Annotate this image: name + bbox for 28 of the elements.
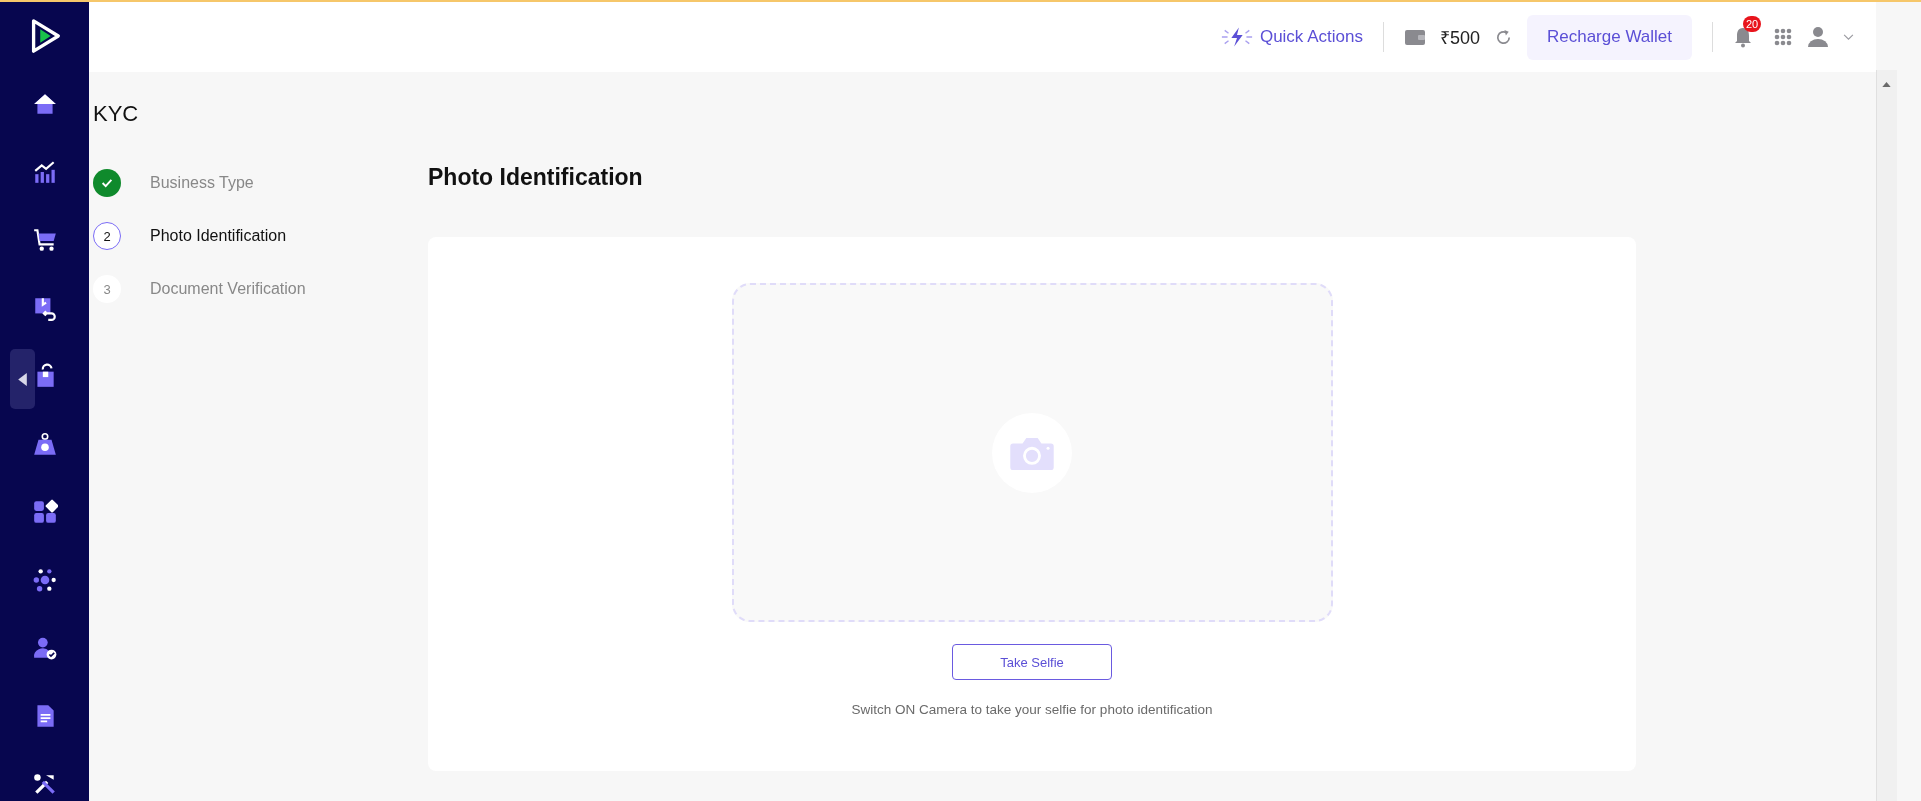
quick-actions-button[interactable]: Quick Actions [1219, 25, 1363, 49]
lightning-icon [1219, 25, 1254, 49]
page-title: KYC [93, 101, 140, 127]
step-label[interactable]: Business Type [150, 174, 254, 192]
apps-grid-icon[interactable] [1773, 27, 1793, 47]
weight-icon[interactable] [31, 431, 58, 457]
collapse-handle[interactable] [10, 349, 35, 409]
bell-icon[interactable] [1733, 26, 1753, 48]
wallet-icon [1403, 28, 1426, 46]
scroll-up-icon[interactable] [1882, 82, 1891, 87]
tools-icon[interactable] [31, 771, 58, 797]
wallet-balance: ₹500 [1439, 27, 1480, 49]
apps-icon[interactable] [31, 499, 58, 525]
step-label[interactable]: Document Verification [150, 280, 306, 298]
take-selfie-button[interactable]: Take Selfie [952, 644, 1112, 680]
notification-count: 20 [1743, 16, 1762, 32]
recharge-wallet-button[interactable]: Recharge Wallet [1526, 14, 1692, 60]
step-number: 2 [93, 222, 121, 250]
step-label[interactable]: Photo Identification [150, 227, 287, 245]
user-icon[interactable] [31, 635, 58, 661]
cart-icon[interactable] [31, 227, 58, 253]
scrollbar[interactable] [1876, 70, 1897, 801]
step-number: 3 [93, 275, 121, 303]
step-done-icon [93, 169, 121, 197]
network-icon[interactable] [31, 567, 58, 593]
user-avatar-icon[interactable] [1807, 26, 1829, 48]
section-heading: Photo Identification [428, 164, 644, 191]
hint-text: Switch ON Camera to take your selfie for photo identification [851, 702, 1213, 717]
